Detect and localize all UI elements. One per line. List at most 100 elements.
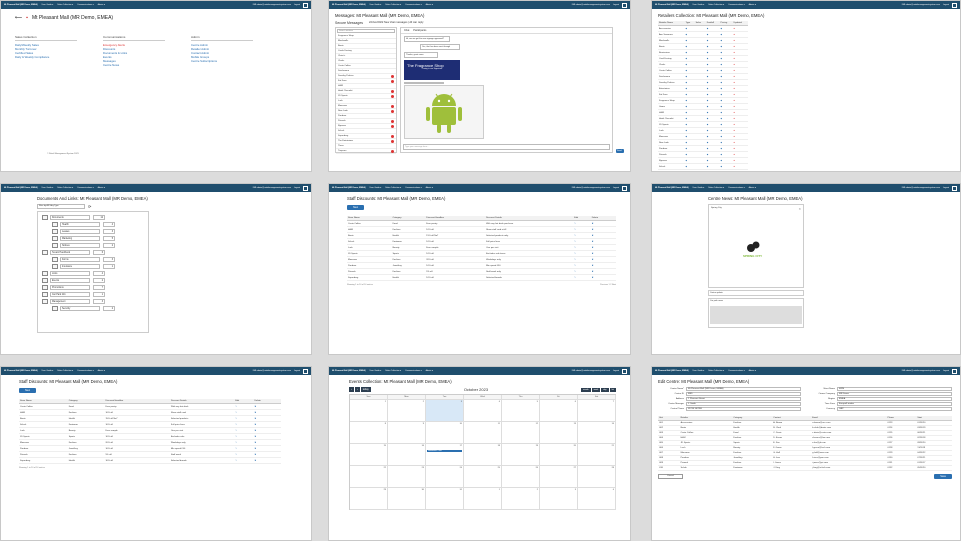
edit-icon[interactable]: ✎ — [235, 442, 237, 444]
delete-icon[interactable]: ✖ — [254, 430, 256, 432]
edit-icon[interactable]: ✎ — [235, 436, 237, 438]
next-page[interactable]: Next — [612, 284, 616, 286]
menu-sales[interactable]: Sales Collection ▾ — [708, 4, 724, 6]
send-button[interactable]: Send — [616, 149, 624, 153]
menu-comms[interactable]: Communications ▾ — [77, 4, 93, 6]
form-input[interactable]: MPM — [837, 387, 952, 391]
delete-icon[interactable]: ✖ — [592, 235, 594, 237]
menu-comms[interactable]: Communications ▾ — [405, 370, 421, 372]
delete-icon[interactable]: ✖ — [592, 241, 594, 243]
delete-icon[interactable]: ✖ — [254, 436, 256, 438]
delete-icon[interactable]: ✖ — [254, 412, 256, 414]
menu-sales[interactable]: Sales Collection ▾ — [57, 370, 73, 372]
form-input[interactable]: 1 Pleasant Street — [686, 397, 801, 401]
edit-icon[interactable]: ✎ — [574, 223, 576, 225]
calendar-day[interactable]: 14 — [578, 422, 616, 444]
back-arrow-icon[interactable]: ⟵ — [15, 15, 22, 21]
delete-icon[interactable]: ✖ — [254, 454, 256, 456]
tree-node[interactable]: Documents 12 — [42, 214, 144, 221]
calendar-day[interactable]: 28 — [578, 466, 616, 488]
brand-label[interactable]: Mt Pleasant Mall (MR Demo, EMEA) — [332, 4, 366, 6]
expand-toggle-icon[interactable] — [42, 299, 48, 304]
calendar-day[interactable]: 4 — [464, 400, 502, 422]
calendar-day[interactable]: 25 — [464, 466, 502, 488]
brand-label[interactable]: Mt Pleasant Mall (MR Demo, EMEA) — [655, 4, 689, 6]
calendar-event[interactable]: Halloween Trail — [427, 450, 462, 452]
retailer-list-item[interactable]: Timpson — [336, 149, 396, 154]
edit-icon[interactable]: ✎ — [574, 235, 576, 237]
menu-admin[interactable]: Admin ▾ — [749, 4, 756, 6]
menu-comms[interactable]: Communications ▾ — [728, 187, 744, 189]
expand-toggle-icon[interactable] — [52, 236, 58, 241]
news-card[interactable]: Spring City SPRING CITY ✕ — [708, 204, 804, 288]
delete-icon[interactable]: ✖ — [254, 406, 256, 408]
grid-icon[interactable] — [622, 185, 627, 191]
expand-toggle-icon[interactable] — [42, 292, 48, 297]
edit-icon[interactable]: ✎ — [574, 247, 576, 249]
menu-sales[interactable]: Sales Collection ▾ — [57, 187, 73, 189]
delete-icon[interactable]: ✖ — [592, 223, 594, 225]
view-week[interactable]: week — [591, 387, 601, 392]
expand-toggle-icon[interactable] — [42, 278, 48, 283]
logout-link[interactable]: Logout — [294, 4, 300, 6]
table-row[interactable]: Superdrug◆◆◆● — [658, 169, 748, 171]
logout-link[interactable]: Logout — [943, 4, 949, 6]
calendar-day[interactable]: 1 — [350, 400, 388, 422]
grid-icon[interactable] — [952, 368, 957, 374]
logout-link[interactable]: Logout — [943, 187, 949, 189]
expand-toggle-icon[interactable] — [52, 229, 58, 234]
menu-sales[interactable]: Sales Collection ▾ — [708, 187, 724, 189]
cancel-button[interactable]: Cancel — [658, 474, 683, 479]
calendar-day[interactable]: 13 — [540, 422, 578, 444]
menu-sales[interactable]: Sales Collection ▾ — [385, 4, 401, 6]
view-list[interactable]: list — [609, 387, 616, 392]
grid-icon[interactable] — [303, 2, 308, 8]
close-icon[interactable]: ✕ — [798, 207, 801, 211]
calendar-day[interactable]: 8 — [350, 422, 388, 444]
save-button[interactable]: Save — [934, 474, 952, 479]
menu-sales[interactable]: Sales Collection ▾ — [385, 187, 401, 189]
search-input[interactable]: Search retailers — [337, 29, 395, 33]
menu-user-guide[interactable]: User Guide ▾ — [42, 370, 54, 372]
calendar-day[interactable]: 10 — [426, 422, 464, 444]
expand-toggle-icon[interactable] — [42, 285, 48, 290]
form-input[interactable]: MR1 — [686, 392, 801, 396]
calendar-day[interactable]: 27 — [540, 466, 578, 488]
menu-user-guide[interactable]: User Guide ▾ — [370, 370, 382, 372]
calendar-day[interactable]: 20 — [540, 444, 578, 466]
edit-icon[interactable]: ✎ — [574, 259, 576, 261]
today-button[interactable]: today — [360, 387, 371, 392]
edit-icon[interactable]: ✎ — [235, 418, 237, 420]
calendar-day[interactable]: 18 — [464, 444, 502, 466]
edit-icon[interactable]: ✎ — [235, 460, 237, 462]
tree-node[interactable]: Notices 2 — [52, 242, 144, 249]
form-input[interactable]: GBP — [837, 407, 952, 411]
view-day[interactable]: day — [601, 387, 609, 392]
tree-node[interactable]: Tenant Handbook 6 — [42, 249, 144, 256]
tree-node[interactable]: Promotions 7 — [42, 284, 144, 291]
brand-label[interactable]: Mt Pleasant Mall (MR Demo, EMEA) — [655, 370, 689, 372]
grid-icon[interactable] — [303, 368, 308, 374]
tree-node[interactable]: Events 2 — [42, 277, 144, 284]
admin-link[interactable]: Centre Subscriptions — [191, 59, 253, 63]
menu-sales[interactable]: Sales Collection ▾ — [385, 370, 401, 372]
fragrance-shop-image[interactable]: The Fragrance Shop Caring is our Signatu… — [404, 60, 460, 80]
tree-node[interactable]: Security 2 — [52, 305, 144, 312]
tree-node[interactable]: Car Park Info 1 — [42, 291, 144, 298]
menu-admin[interactable]: Admin ▾ — [98, 370, 105, 372]
calendar-day[interactable]: 21 — [578, 444, 616, 466]
menu-admin[interactable]: Admin ▾ — [426, 370, 433, 372]
calendar-day[interactable]: 24 — [426, 466, 464, 488]
tree-node[interactable]: Marketing 5 — [52, 235, 144, 242]
calendar-day[interactable]: 23 — [388, 466, 426, 488]
menu-user-guide[interactable]: User Guide ▾ — [693, 370, 705, 372]
logout-link[interactable]: Logout — [294, 187, 300, 189]
delete-icon[interactable]: ✖ — [592, 259, 594, 261]
form-input[interactable]: MR Demo — [837, 392, 952, 396]
menu-comms[interactable]: Communications ▾ — [77, 187, 93, 189]
expand-toggle-icon[interactable] — [52, 243, 58, 248]
tab-participants[interactable]: Participants — [413, 29, 426, 32]
delete-icon[interactable]: ✖ — [592, 271, 594, 273]
refresh-icon[interactable]: ⟳ — [88, 204, 91, 209]
edit-icon[interactable]: ✎ — [574, 241, 576, 243]
